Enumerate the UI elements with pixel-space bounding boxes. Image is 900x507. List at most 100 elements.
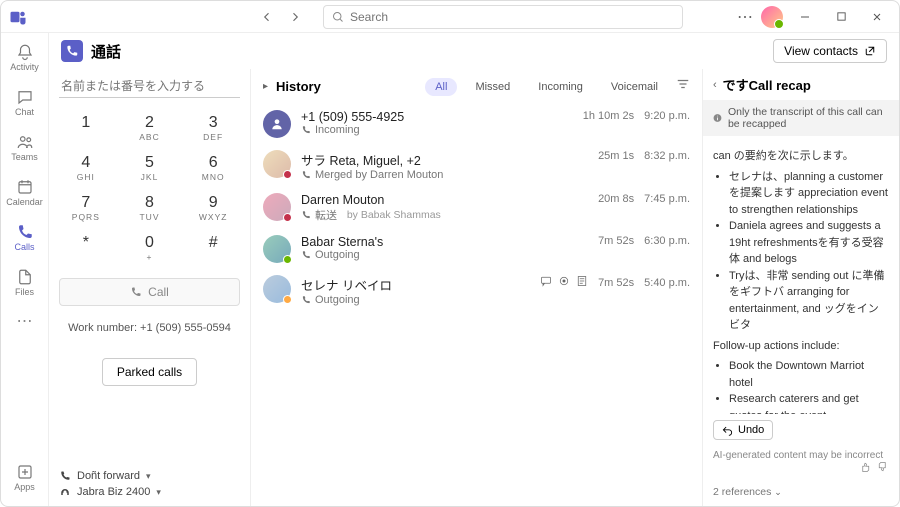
call-time: 6:30 p.m. [644, 235, 690, 247]
history-collapse-toggle[interactable]: ▸ [263, 81, 268, 92]
filter-voicemail[interactable]: Voicemail [601, 78, 668, 96]
filter-icon[interactable] [676, 77, 690, 96]
dial-key-9[interactable]: 9WXYZ [186, 192, 240, 224]
caller-name: Babar Sterna's [301, 235, 588, 249]
dial-key-#[interactable]: # [186, 232, 240, 264]
dial-key-0[interactable]: 0+ [123, 232, 177, 264]
call-type: Incoming [301, 124, 573, 136]
recap-back-button[interactable]: ‹ [713, 79, 717, 91]
search-icon [332, 11, 344, 23]
presence-badge [283, 170, 292, 179]
recap-info-banner: Only the transcript of this call can be … [703, 100, 899, 136]
phone-icon [130, 286, 142, 298]
user-avatar[interactable] [761, 6, 783, 28]
call-button[interactable]: Call [59, 278, 240, 306]
window-maximize-button[interactable] [827, 3, 855, 31]
history-row[interactable]: +1 (509) 555-4925Incoming 1h 10m 2s 9:20 p… [251, 104, 702, 144]
window-close-button[interactable] [863, 3, 891, 31]
window-minimize-button[interactable] [791, 3, 819, 31]
thumbs-down-button[interactable] [877, 461, 889, 476]
presence-badge [283, 213, 292, 222]
undo-button[interactable]: Undo [713, 420, 773, 440]
caller-avatar [263, 275, 291, 303]
search-input[interactable] [350, 10, 674, 24]
call-type: Outgoing [301, 294, 530, 306]
caller-name: Darren Mouton [301, 193, 588, 207]
transcript-action[interactable] [576, 275, 588, 290]
audio-device-selector[interactable]: Jabra Biz 2400▾ [59, 484, 240, 500]
call-duration: 25m 1s [598, 150, 634, 162]
record-action[interactable] [558, 275, 570, 290]
caller-name: セレナ リベイロ [301, 275, 530, 294]
call-time: 5:40 p.m. [644, 277, 690, 289]
recap-intro: can の要約を次に示します。 [713, 148, 889, 165]
rail-files[interactable]: Files [3, 264, 47, 301]
dial-input[interactable] [59, 75, 240, 98]
call-time: 7:45 p.m. [644, 193, 690, 205]
popout-icon [864, 45, 876, 57]
dial-key-*[interactable]: * [59, 232, 113, 264]
caller-name: サラ Reta, Miguel, +2 [301, 150, 588, 169]
phone-forward-icon [59, 470, 71, 482]
call-type: 転送 by Babak Shammas [301, 207, 588, 223]
recap-title: ですCall recap [723, 75, 811, 94]
presence-badge [283, 255, 292, 264]
info-icon [713, 112, 722, 124]
call-duration: 1h 10m 2s [583, 110, 634, 122]
ai-disclaimer: AI-generated content may be incorrect [713, 450, 883, 461]
history-row[interactable]: セレナ リベイロOutgoing 7m 52s 5:40 p.m. [251, 269, 702, 312]
dial-key-6[interactable]: 6MNO [186, 152, 240, 184]
dial-pad: 1 2ABC 3DEF 4GHI 5JKL 6MNO 7PQRS 8TUV 9WXYZ * 0+ # [59, 112, 240, 264]
view-contacts-button[interactable]: View contacts [773, 39, 887, 63]
recap-followup-heading: Follow-up actions include: [713, 338, 889, 355]
rail-chat[interactable]: Chat [3, 84, 47, 121]
filter-incoming[interactable]: Incoming [528, 78, 593, 96]
recap-bullet: セレナは、planning a customerを提案します appreciat… [729, 169, 889, 219]
recap-body: can の要約を次に示します。 セレナは、planning a customer… [703, 136, 899, 414]
parked-calls-button[interactable]: Parked calls [102, 358, 197, 386]
rail-teams[interactable]: Teams [3, 129, 47, 166]
caller-avatar [263, 150, 291, 178]
forwarding-setting[interactable]: Doñt forward▾ [59, 468, 240, 484]
history-row[interactable]: Babar Sterna'sOutgoing 7m 52s 6:30 p.m. [251, 229, 702, 269]
chevron-icon: ▾ [156, 487, 161, 498]
chevron-icon: ▾ [146, 471, 151, 482]
rail-calendar[interactable]: Calendar [3, 174, 47, 211]
nav-forward-button[interactable] [283, 5, 307, 29]
caller-avatar [263, 193, 291, 221]
call-duration: 20m 8s [598, 193, 634, 205]
recap-bullet: Daniela agrees and suggests a 19ht refre… [729, 218, 889, 268]
history-title: History [276, 79, 321, 94]
recap-references-toggle[interactable]: 2 references ⌄ [703, 484, 899, 506]
caller-name: +1 (509) 555-4925 [301, 110, 573, 124]
call-duration: 7m 52s [598, 235, 634, 247]
search-box[interactable] [323, 5, 683, 29]
history-row[interactable]: Darren Mouton転送 by Babak Shammas 20m 8s 7:… [251, 187, 702, 229]
page-title: 通話 [91, 41, 121, 62]
dial-key-4[interactable]: 4GHI [59, 152, 113, 184]
chat-action[interactable] [540, 275, 552, 290]
thumbs-up-button[interactable] [859, 461, 871, 476]
nav-back-button[interactable] [255, 5, 279, 29]
rail-more-button[interactable]: ⋯ [17, 311, 33, 331]
dial-key-5[interactable]: 5JKL [123, 152, 177, 184]
call-type: Outgoing [301, 249, 588, 261]
rail-apps[interactable]: Apps [3, 459, 47, 496]
rail-activity[interactable]: Activity [3, 39, 47, 76]
more-menu-button[interactable]: ⋯ [737, 7, 753, 27]
dial-key-1[interactable]: 1 [59, 112, 113, 144]
recap-bullet: Tryは、非常 sending out に準備をギフトバ arranging f… [729, 268, 889, 334]
call-time: 8:32 p.m. [644, 150, 690, 162]
dial-key-2[interactable]: 2ABC [123, 112, 177, 144]
rail-calls[interactable]: Calls [3, 219, 47, 256]
teams-logo-icon [9, 8, 27, 26]
filter-missed[interactable]: Missed [465, 78, 520, 96]
app-rail: Activity Chat Teams Calendar Calls Files… [1, 33, 49, 506]
filter-all[interactable]: All [425, 78, 457, 96]
dial-key-8[interactable]: 8TUV [123, 192, 177, 224]
call-duration: 7m 52s [598, 277, 634, 289]
history-row[interactable]: サラ Reta, Miguel, +2Merged by Darren Mout… [251, 144, 702, 187]
dial-key-7[interactable]: 7PQRS [59, 192, 113, 224]
call-time: 9:20 p.m. [644, 110, 690, 122]
dial-key-3[interactable]: 3DEF [186, 112, 240, 144]
